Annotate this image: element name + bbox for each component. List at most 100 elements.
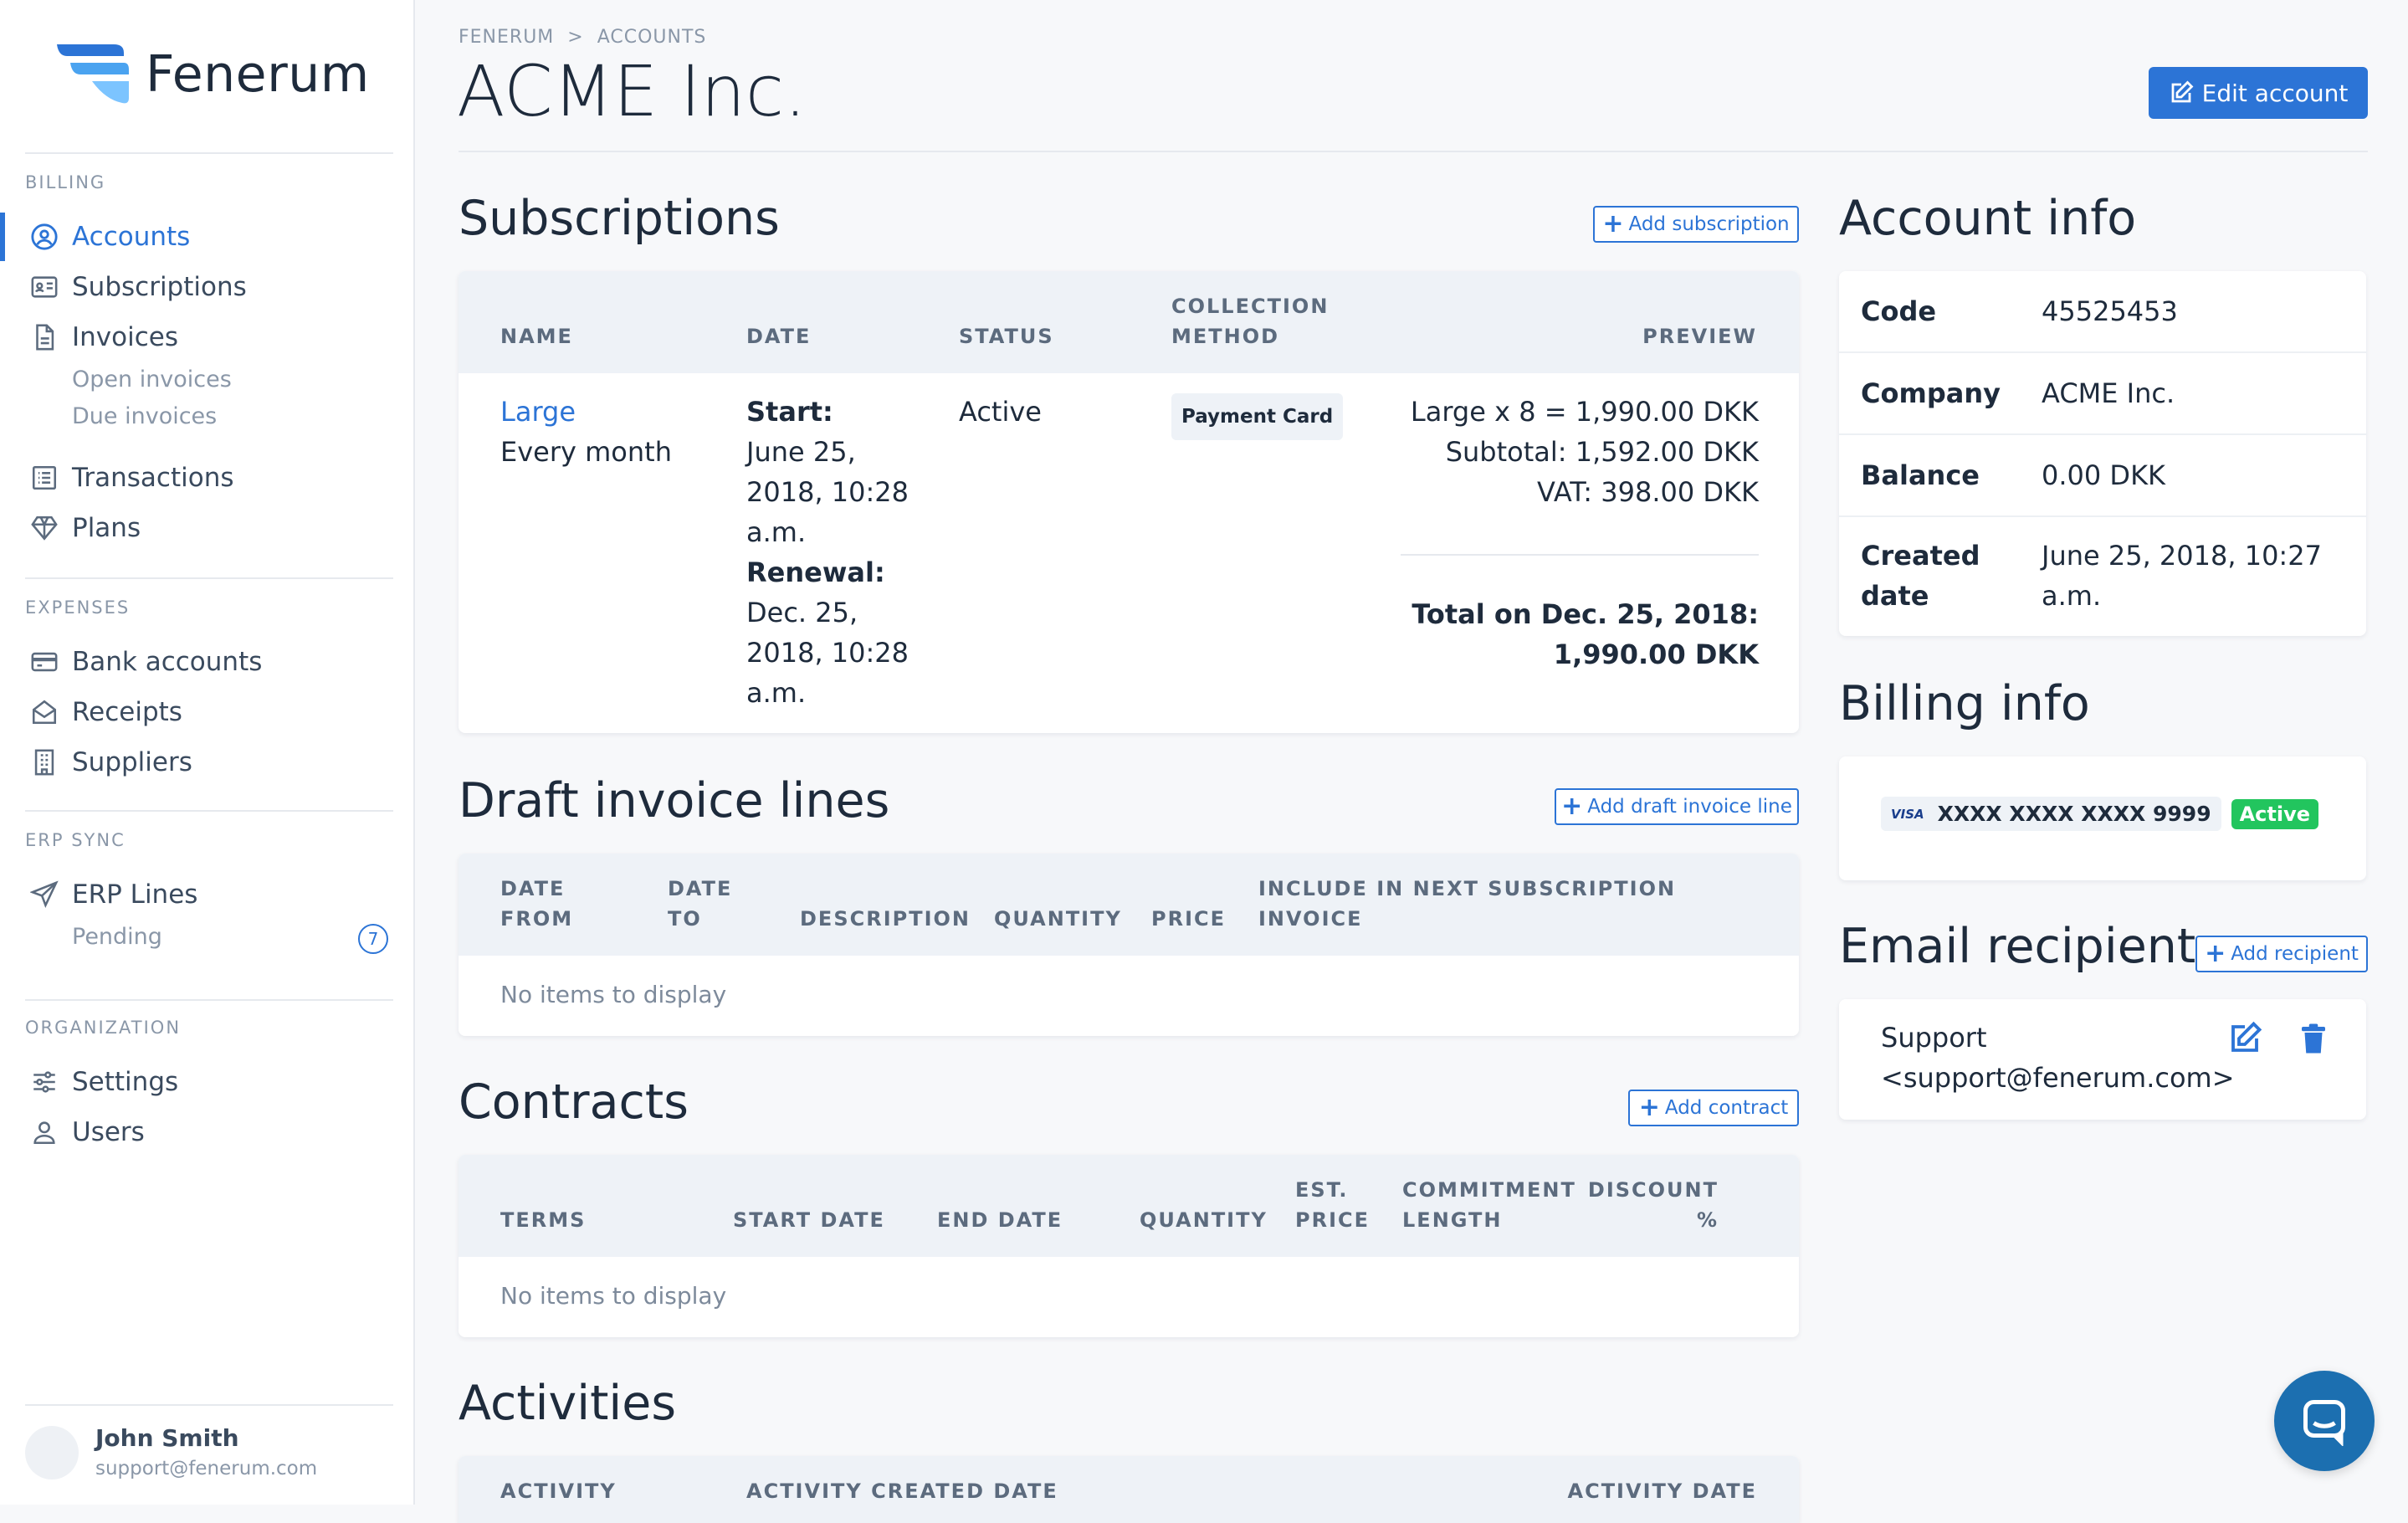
plus-icon: + <box>1602 209 1624 238</box>
page-title: ACME Inc. <box>457 50 807 132</box>
col-est-line1: EST. <box>1295 1178 1349 1202</box>
chat-launcher-button[interactable] <box>2274 1371 2375 1471</box>
renewal-date-line2: 2018, 10:28 <box>746 637 909 669</box>
breadcrumb: FENERUM > ACCOUNTS <box>459 27 706 48</box>
sidebar-item-subscriptions[interactable]: Subscriptions <box>28 266 247 308</box>
sidebar-item-receipts[interactable]: Receipts <box>28 691 182 733</box>
section-organization: ORGANIZATION <box>25 1018 182 1038</box>
collection-method: Payment Card <box>1171 393 1344 440</box>
add-contract-button[interactable]: + Add contract <box>1628 1090 1799 1126</box>
info-key-line1: Created <box>1861 540 1980 572</box>
sidebar-item-label: Suppliers <box>72 747 192 777</box>
edit-account-button[interactable]: Edit account <box>2149 67 2368 119</box>
add-recipient-button[interactable]: + Add recipient <box>2195 936 2368 972</box>
payment-card-row[interactable]: VISA XXXX XXXX XXXX 9999 Active <box>1881 797 2319 831</box>
add-contract-label: Add contract <box>1664 1097 1789 1119</box>
edit-icon <box>2171 80 2194 103</box>
sidebar-item-settings[interactable]: Settings <box>28 1061 178 1103</box>
col-date: DATE <box>746 325 812 348</box>
col-est-line2: PRICE <box>1295 1208 1371 1232</box>
add-draft-invoice-line-button[interactable]: + Add draft invoice line <box>1555 788 1799 825</box>
activities-table: ACTIVITY ACTIVITY CREATED DATE ACTIVITY … <box>459 1456 1799 1523</box>
empty-state: No items to display <box>500 1282 727 1310</box>
status-text: Active <box>959 396 1042 428</box>
sidebar-item-label: Transactions <box>72 463 234 493</box>
billing-info-card: VISA XXXX XXXX XXXX 9999 Active <box>1839 756 2366 880</box>
user-profile[interactable]: John Smith support@fenerum.com <box>25 1404 393 1479</box>
user-circle-icon <box>28 221 60 253</box>
user-name: John Smith <box>95 1424 239 1452</box>
sidebar-item-due-invoices[interactable]: Due invoices <box>72 403 217 429</box>
col-status: STATUS <box>959 325 1054 348</box>
sidebar-item-label: Plans <box>72 513 141 543</box>
preview-divider <box>1401 554 1759 556</box>
draft-invoice-lines-heading: Draft invoice lines <box>459 773 890 828</box>
col-commitment-line1: COMMITMENT <box>1402 1178 1576 1202</box>
brand-logo[interactable]: Fenerum <box>55 37 370 112</box>
preview-subtotal: Subtotal: 1,592.00 DKK <box>1445 436 1759 468</box>
col-method-line1: COLLECTION <box>1171 295 1330 318</box>
col-activity: ACTIVITY <box>500 1479 617 1503</box>
add-subscription-button[interactable]: + Add subscription <box>1593 206 1799 243</box>
col-preview: PREVIEW <box>1642 325 1757 348</box>
renewal-date-line3: a.m. <box>746 677 807 709</box>
col-price: PRICE <box>1151 907 1227 931</box>
preview-line: Large x 8 = 1,990.00 DKK <box>1410 396 1759 428</box>
plus-icon: + <box>1638 1093 1660 1122</box>
info-key: Code <box>1861 295 1937 327</box>
sidebar-item-invoices[interactable]: Invoices <box>28 316 178 358</box>
col-start-date: START DATE <box>733 1208 885 1232</box>
sidebar-item-suppliers[interactable]: Suppliers <box>28 741 192 783</box>
credit-card-icon <box>28 646 60 678</box>
trash-icon[interactable] <box>2296 1021 2331 1056</box>
preview-total-label: Total on Dec. 25, 2018: <box>1411 598 1759 630</box>
sidebar-item-label: Accounts <box>72 222 191 252</box>
sidebar-divider <box>25 577 393 579</box>
info-value: 0.00 DKK <box>2042 459 2166 491</box>
info-value-line1: June 25, 2018, 10:27 <box>2042 540 2322 572</box>
sidebar-item-erp-lines[interactable]: ERP Lines <box>28 874 197 915</box>
breadcrumb-item-accounts[interactable]: ACCOUNTS <box>597 27 707 48</box>
subscription-interval: Every month <box>500 436 672 468</box>
sidebar-item-plans[interactable]: Plans <box>28 507 141 549</box>
col-date-from-line1: DATE <box>500 877 566 900</box>
chat-icon <box>2303 1400 2345 1446</box>
col-discount-line1: DISCOUNT <box>1587 1178 1719 1202</box>
preview-vat: VAT: 398.00 DKK <box>1537 476 1759 508</box>
sidebar-item-transactions[interactable]: Transactions <box>28 457 234 499</box>
col-date-to-line1: DATE <box>668 877 733 900</box>
subscription-name-link[interactable]: Large <box>500 392 576 432</box>
sidebar-item-pending[interactable]: Pending <box>72 924 162 950</box>
sidebar-item-label: Subscriptions <box>72 272 247 302</box>
breadcrumb-separator: > <box>567 27 584 48</box>
sidebar-item-users[interactable]: Users <box>28 1111 145 1153</box>
col-include-line1: INCLUDE IN NEXT SUBSCRIPTION <box>1258 877 1677 900</box>
visa-icon: VISA <box>1891 806 1924 822</box>
recipient-email: <support@fenerum.com> <box>1881 1062 2235 1094</box>
user-icon <box>28 1116 60 1148</box>
draft-invoice-lines-table: DATE FROM DATE TO DESCRIPTION QUANTITY P… <box>459 854 1799 1036</box>
sidebar-item-bank-accounts[interactable]: Bank accounts <box>28 641 262 683</box>
sidebar-item-label: Bank accounts <box>72 647 263 677</box>
section-erp-sync: ERP SYNC <box>25 830 126 850</box>
sidebar-divider <box>25 999 393 1001</box>
section-expenses: EXPENSES <box>25 597 131 618</box>
fenerum-logo-icon <box>57 44 129 104</box>
status-badge: Active <box>2231 798 2319 829</box>
info-value-line2: a.m. <box>2042 580 2102 612</box>
info-value: ACME Inc. <box>2042 377 2175 409</box>
info-row-created-date: Created date June 25, 2018, 10:27 a.m. <box>1839 515 2366 636</box>
sidebar-item-accounts[interactable]: Accounts <box>28 216 190 258</box>
breadcrumb-item-fenerum[interactable]: FENERUM <box>459 27 554 48</box>
col-quantity: QUANTITY <box>1140 1208 1268 1232</box>
contracts-table: TERMS START DATE END DATE QUANTITY EST. … <box>459 1155 1799 1337</box>
edit-recipient-icon[interactable] <box>2227 1021 2262 1056</box>
account-info-card: Code 45525453 Company ACME Inc. Balance … <box>1839 271 2366 636</box>
col-name: NAME <box>500 325 573 348</box>
start-date-line2: 2018, 10:28 <box>746 476 909 508</box>
table-header: TERMS START DATE END DATE QUANTITY EST. … <box>459 1155 1799 1257</box>
recipient-name: Support <box>1881 1022 1987 1054</box>
sliders-icon <box>28 1066 60 1098</box>
sidebar-item-open-invoices[interactable]: Open invoices <box>72 367 232 392</box>
payment-card: VISA XXXX XXXX XXXX 9999 <box>1881 797 2221 831</box>
